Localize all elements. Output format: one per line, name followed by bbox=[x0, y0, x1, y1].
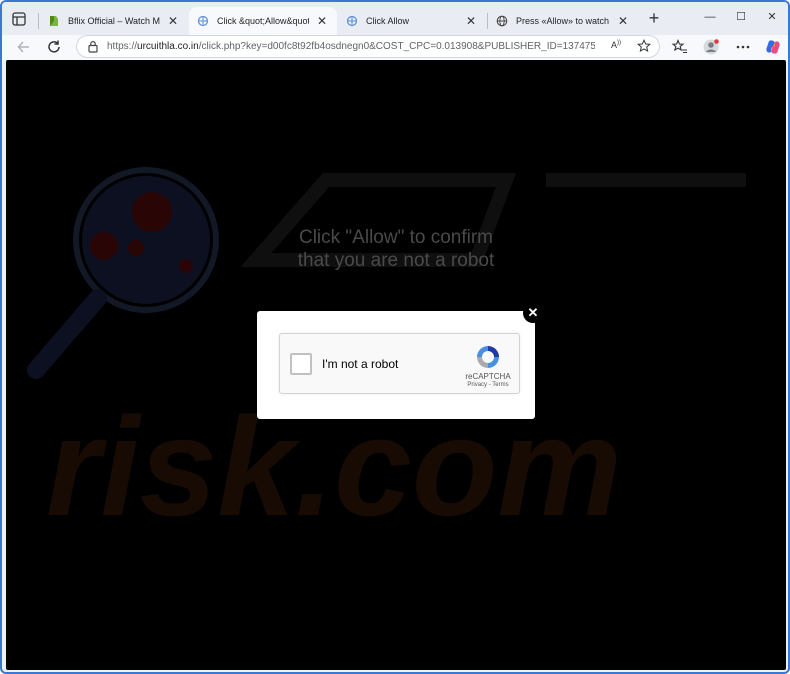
lock-icon[interactable] bbox=[87, 40, 99, 53]
browser-window: Bflix Official – Watch Movies ✕ Click &q… bbox=[0, 0, 790, 674]
url-scheme: https:// bbox=[107, 41, 138, 52]
tab-click-allow-quot[interactable]: Click &quot;Allow&quot; ✕ bbox=[189, 7, 337, 35]
captcha-modal: I'm not a robot reCAPTCHA Privacy - Term… bbox=[257, 311, 535, 419]
tab-close-icon[interactable]: ✕ bbox=[616, 14, 630, 28]
minimize-button[interactable]: — bbox=[703, 10, 717, 24]
page-headline: Click "Allow" to confirm that you are no… bbox=[206, 226, 586, 272]
tab-close-icon[interactable]: ✕ bbox=[166, 14, 180, 28]
tab-label: Click &quot;Allow&quot; bbox=[217, 16, 309, 26]
read-aloud-icon[interactable]: A)) bbox=[611, 40, 621, 50]
tab-label: Bflix Official – Watch Movies bbox=[68, 16, 160, 26]
toolbar: https://urcuithla.co.in/click.php?key=d0… bbox=[2, 35, 788, 60]
headline-line-1: Click "Allow" to confirm bbox=[298, 227, 494, 248]
new-tab-button[interactable]: + bbox=[646, 9, 662, 27]
tab-label: Press «Allow» to watch the v bbox=[516, 16, 610, 26]
tab-bflix[interactable]: Bflix Official – Watch Movies ✕ bbox=[40, 7, 188, 35]
terms-link[interactable]: Terms bbox=[492, 382, 508, 388]
modal-close-button[interactable]: ✕ bbox=[523, 303, 543, 323]
url-host: urcuithla.co.in bbox=[137, 41, 199, 52]
robot-checkbox[interactable] bbox=[290, 353, 312, 375]
bflix-favicon-icon bbox=[50, 16, 58, 26]
privacy-link[interactable]: Privacy bbox=[467, 382, 487, 388]
headline-line-2: that you are not a robot bbox=[297, 250, 495, 271]
recaptcha-links: Privacy - Terms bbox=[456, 382, 520, 388]
url-text[interactable]: https://urcuithla.co.in/click.php?key=d0… bbox=[107, 41, 595, 52]
tab-press-allow[interactable]: Press «Allow» to watch the v ✕ bbox=[488, 7, 638, 35]
address-bar[interactable]: https://urcuithla.co.in/click.php?key=d0… bbox=[76, 35, 660, 58]
recaptcha-widget: I'm not a robot reCAPTCHA Privacy - Term… bbox=[279, 333, 520, 394]
recaptcha-logo-icon bbox=[477, 346, 499, 368]
tab-actions-icon[interactable] bbox=[11, 11, 27, 27]
tab-label: Click Allow bbox=[366, 16, 410, 26]
url-path: /click.php?key=d00fc8t92fb4osdnegn0&COST… bbox=[198, 41, 595, 52]
globe-icon bbox=[496, 15, 508, 27]
tab-close-icon[interactable]: ✕ bbox=[464, 14, 478, 28]
window-close-button[interactable]: ✕ bbox=[765, 10, 779, 24]
more-options-icon[interactable] bbox=[734, 38, 752, 56]
back-arrow-icon[interactable] bbox=[15, 38, 33, 56]
tab-strip: Bflix Official – Watch Movies ✕ Click &q… bbox=[2, 2, 788, 36]
loading-globe-icon bbox=[346, 15, 358, 27]
read-aloud-waves: )) bbox=[617, 40, 622, 46]
page-content: risk.com Click "Allow" to confirm that y… bbox=[6, 60, 786, 670]
tab-click-allow[interactable]: Click Allow ✕ bbox=[338, 7, 486, 35]
profile-avatar-icon[interactable] bbox=[702, 38, 720, 56]
copilot-icon[interactable] bbox=[764, 38, 782, 56]
recaptcha-brand: reCAPTCHA bbox=[465, 372, 511, 381]
maximize-button[interactable]: ☐ bbox=[734, 10, 748, 24]
favorites-icon[interactable] bbox=[671, 38, 689, 56]
tab-close-icon[interactable]: ✕ bbox=[315, 14, 329, 28]
captcha-label: I'm not a robot bbox=[322, 357, 399, 371]
favorite-star-icon[interactable] bbox=[637, 39, 651, 53]
refresh-icon[interactable] bbox=[45, 38, 63, 56]
loading-globe-icon bbox=[197, 15, 209, 27]
